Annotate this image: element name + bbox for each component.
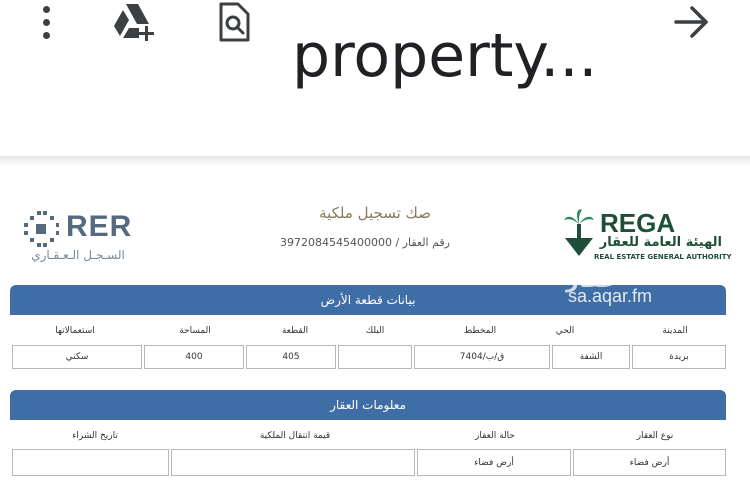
property-section-header: معلومات العقار xyxy=(10,390,726,420)
property-header-type: نوع العقار xyxy=(636,431,674,441)
rega-logo-arabic: الهيئة العامة للعقار xyxy=(599,235,722,250)
property-value-type: أرض فضاء xyxy=(573,449,726,476)
property-header-status: حالة العقار xyxy=(475,431,515,441)
rer-logo: RER السـجـل الـعـقـاري xyxy=(22,210,131,262)
land-header-plot: القطعة xyxy=(281,326,309,336)
land-header-block: البلك xyxy=(365,326,385,336)
property-header-purchase-date: تاريخ الشراء xyxy=(72,431,118,441)
find-in-page-icon[interactable] xyxy=(212,2,256,42)
deed-title: صك تسجيل ملكية xyxy=(319,204,431,222)
drive-add-icon[interactable] xyxy=(105,2,163,42)
more-vert-icon[interactable] xyxy=(36,2,56,42)
rer-grid-icon xyxy=(24,211,59,247)
rer-logo-arabic: السـجـل الـعـقـاري xyxy=(31,248,125,262)
land-value-block xyxy=(338,345,412,369)
rega-logo: REGA الهيئة العامة للعقار REAL ESTATE GE… xyxy=(562,208,732,262)
land-header-area: المساحة xyxy=(179,326,211,336)
land-value-usage: سكني xyxy=(12,345,142,369)
rer-logo-text: RER xyxy=(66,210,133,243)
land-header-city: المدينة xyxy=(662,326,688,336)
property-number: رقم العقار / 3972084545400000 xyxy=(279,236,450,249)
property-value-transfer-value xyxy=(171,449,415,476)
land-value-plan: ق/ب/7404 xyxy=(414,345,550,369)
land-value-district: الشفة xyxy=(552,345,630,369)
rega-logo-english: REAL ESTATE GENERAL AUTHORITY xyxy=(594,253,732,261)
forward-arrow-icon[interactable] xyxy=(668,2,716,42)
property-value-status: أرض فضاء xyxy=(417,449,571,476)
land-header-plan: المخطط xyxy=(463,326,497,336)
page-title: property... xyxy=(292,21,598,91)
land-section-title: بيانات قطعة الأرض xyxy=(320,293,416,307)
land-value-plot: 405 xyxy=(246,345,336,369)
land-value-city: بريدة xyxy=(632,345,726,369)
property-value-purchase-date xyxy=(12,449,169,476)
land-header-usage: استعمالاتها xyxy=(55,326,95,336)
property-header-transfer-value: قيمة انتقال الملكية xyxy=(259,431,331,441)
deed-document: RER السـجـل الـعـقـاري صك تسجيل ملكية رق… xyxy=(0,190,750,486)
toolbar-divider xyxy=(0,156,750,166)
palm-tree-icon xyxy=(564,209,594,256)
land-value-area: 400 xyxy=(144,345,244,369)
top-toolbar: property... xyxy=(0,0,750,158)
property-section-title: معلومات العقار xyxy=(330,398,406,412)
watermark-url: sa.aqar.fm xyxy=(568,286,653,306)
